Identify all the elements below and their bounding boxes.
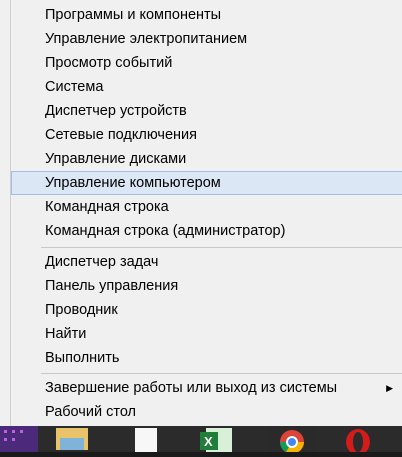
- excel-icon[interactable]: X: [196, 426, 236, 452]
- menu-item-search[interactable]: Найти: [11, 322, 402, 346]
- opera-icon[interactable]: [334, 426, 382, 455]
- menu-item-file-explorer[interactable]: Проводник: [11, 298, 402, 322]
- menu-item-command-prompt-admin[interactable]: Командная строка (администратор): [11, 219, 402, 243]
- menu-item-desktop[interactable]: Рабочий стол: [11, 400, 402, 424]
- menu-item-power-options[interactable]: Управление электропитанием: [11, 27, 402, 51]
- menu-item-task-manager[interactable]: Диспетчер задач: [11, 250, 402, 274]
- menu-item-command-prompt[interactable]: Командная строка: [11, 195, 402, 219]
- start-icon[interactable]: [0, 426, 38, 452]
- menu-item-run[interactable]: Выполнить: [11, 346, 402, 370]
- menu-item-event-viewer[interactable]: Просмотр событий: [11, 51, 402, 75]
- menu-separator: [41, 247, 402, 248]
- menu-item-shutdown-signout[interactable]: Завершение работы или выход из системы ▶: [11, 376, 402, 400]
- menu-item-network-connections[interactable]: Сетевые подключения: [11, 123, 402, 147]
- chevron-right-icon: ▶: [386, 383, 393, 393]
- menu-item-computer-management[interactable]: Управление компьютером: [11, 171, 402, 195]
- menu-item-device-manager[interactable]: Диспетчер устройств: [11, 99, 402, 123]
- taskbar: X: [0, 426, 402, 455]
- menu-item-disk-management[interactable]: Управление дисками: [11, 147, 402, 171]
- menu-item-system[interactable]: Система: [11, 75, 402, 99]
- file-explorer-icon[interactable]: [50, 426, 94, 452]
- menu-item-programs-features[interactable]: Программы и компоненты: [11, 3, 402, 27]
- menu-separator: [41, 373, 402, 374]
- winx-context-menu: Программы и компоненты Управление электр…: [10, 0, 402, 426]
- menu-item-label: Завершение работы или выход из системы: [45, 380, 338, 396]
- document-icon[interactable]: [132, 426, 162, 452]
- svg-text:X: X: [204, 434, 213, 449]
- chrome-icon[interactable]: [268, 426, 316, 454]
- menu-item-control-panel[interactable]: Панель управления: [11, 274, 402, 298]
